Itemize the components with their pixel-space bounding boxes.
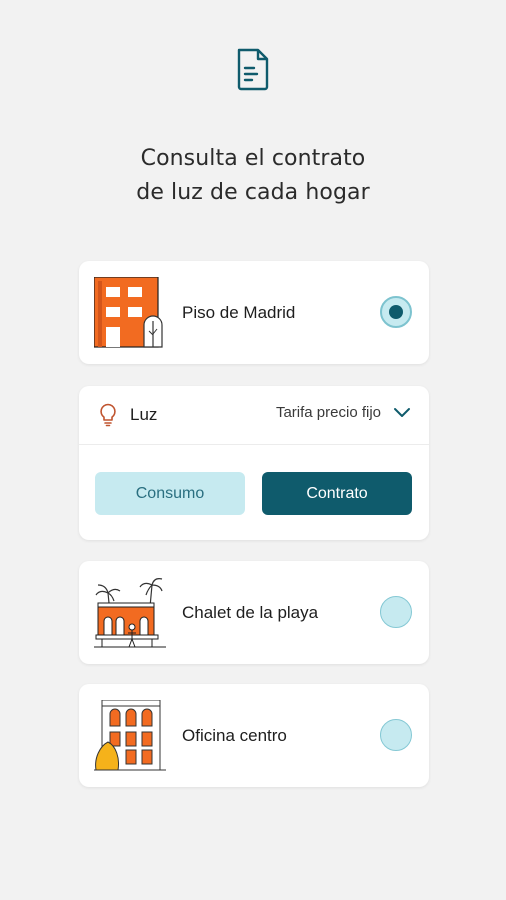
tariff-dropdown[interactable]: Tarifa precio fijo — [276, 404, 411, 421]
tariff-label: Tarifa precio fijo — [275, 404, 381, 421]
supply-type-label: Luz — [130, 405, 158, 424]
radio-unselected[interactable] — [380, 718, 412, 751]
radio-selected[interactable] — [380, 295, 412, 328]
lightbulb-icon — [100, 403, 116, 427]
supply-header: Luz Tarifa precio fijo — [79, 386, 429, 445]
home-card-oficina-centro[interactable]: Oficina centro — [79, 684, 429, 787]
beach-house-icon — [94, 578, 166, 648]
home-name: Piso de Madrid — [182, 302, 296, 322]
home-name: Chalet de la playa — [182, 602, 319, 622]
chevron-down-icon — [394, 407, 410, 417]
home-card-piso-madrid[interactable]: Piso de Madrid — [79, 261, 429, 364]
page-title-line-2: de luz de cada hogar — [136, 180, 370, 205]
document-icon — [237, 48, 269, 91]
home-name: Oficina centro — [182, 725, 287, 745]
home-card-chalet-playa[interactable]: Chalet de la playa — [79, 561, 429, 664]
contrato-button[interactable]: Contrato — [262, 472, 412, 515]
consumo-button[interactable]: Consumo — [95, 472, 245, 515]
radio-unselected[interactable] — [380, 595, 412, 628]
page-title-line-1: Consulta el contrato — [140, 146, 366, 171]
supply-detail-card: Luz Tarifa precio fijo Consumo Contrato — [79, 386, 429, 540]
page-title: Consulta el contrato de luz de cada hoga… — [0, 142, 506, 210]
office-building-icon — [94, 700, 166, 771]
apartment-building-icon — [94, 277, 163, 348]
